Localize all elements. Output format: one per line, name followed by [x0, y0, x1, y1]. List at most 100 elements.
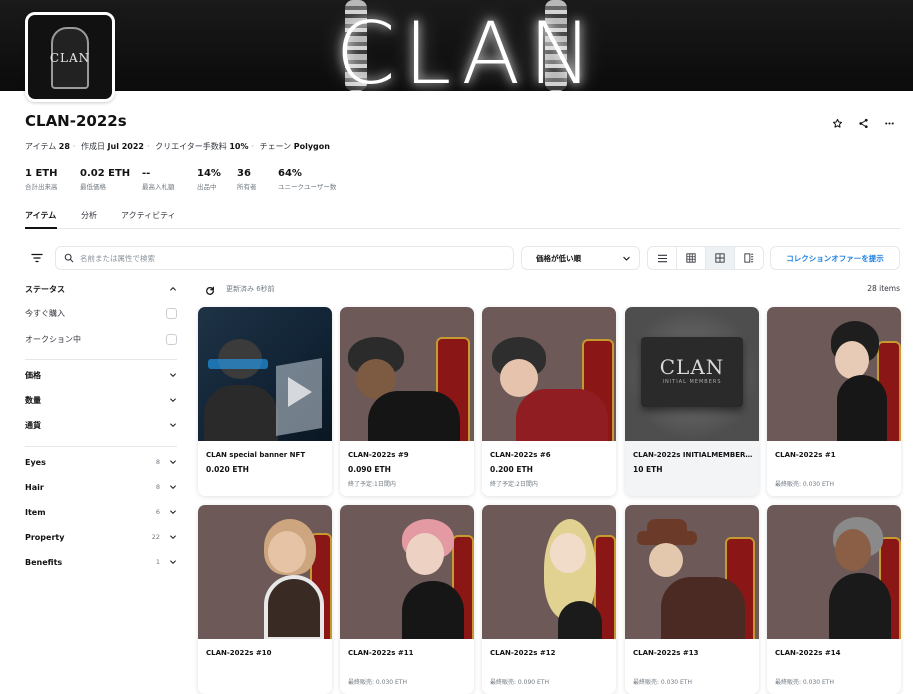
- trait-benefits[interactable]: Benefits 1: [25, 554, 177, 570]
- nft-image: [198, 307, 332, 441]
- stat-total-volume: 1 ETH 合計出来高: [25, 168, 58, 191]
- collection-title: CLAN-2022s: [25, 112, 127, 130]
- items-count: 28 items: [867, 284, 900, 293]
- nft-image: [767, 505, 901, 639]
- chevron-down-icon: [170, 423, 176, 428]
- nft-name: CLAN special banner NFT: [206, 451, 306, 459]
- nft-subtext: 終了予定:2日間内: [490, 481, 538, 488]
- nft-card[interactable]: CLAN special banner NFT 0.020 ETH: [198, 307, 332, 496]
- stat-owners: 36 所有者: [237, 168, 257, 191]
- star-icon[interactable]: [828, 114, 846, 132]
- collection-avatar[interactable]: CLAN: [25, 12, 115, 102]
- nft-image: [482, 307, 616, 441]
- nft-card[interactable]: CLAN-2022s #10: [198, 505, 332, 694]
- nft-image: [482, 505, 616, 639]
- gallery-view-icon[interactable]: [735, 247, 763, 269]
- stat-floor-price: 0.02 ETH 最低価格: [80, 168, 131, 191]
- more-icon[interactable]: [880, 114, 898, 132]
- list-view-icon[interactable]: [648, 247, 677, 269]
- status-option-buy-now[interactable]: 今すぐ購入: [25, 305, 177, 321]
- nft-card[interactable]: CLAN-2022s #14 最終販売: 0.030 ETH: [767, 505, 901, 694]
- chevron-down-icon: [623, 256, 630, 261]
- filter-quantity[interactable]: 数量: [25, 392, 177, 408]
- last-updated: 更新済み 6秒前: [226, 285, 275, 293]
- grid-large-icon[interactable]: [706, 247, 735, 269]
- search-icon: [64, 253, 74, 263]
- search-box: [55, 246, 514, 270]
- nft-name: CLAN-2022s #14: [775, 649, 841, 657]
- chevron-down-icon: [170, 460, 176, 465]
- member-card-subtitle: INITIAL MEMBERS: [662, 379, 722, 385]
- trait-hair[interactable]: Hair 8: [25, 479, 177, 495]
- filter-toggle-icon[interactable]: [27, 249, 47, 267]
- nft-image: CLAN INITIAL MEMBERS: [625, 307, 759, 441]
- buy-now-checkbox[interactable]: [166, 307, 177, 319]
- active-tab-indicator: [25, 227, 57, 229]
- nft-image: [625, 505, 759, 639]
- collection-banner: CLAN: [0, 0, 913, 91]
- nft-name: CLAN-2022s #9: [348, 451, 409, 459]
- trait-eyes[interactable]: Eyes 8: [25, 454, 177, 470]
- nft-subtext: 最終販売: 0.030 ETH: [633, 679, 692, 686]
- nft-image: [767, 307, 901, 441]
- nft-price: 10 ETH: [633, 465, 663, 474]
- nft-name: CLAN-2022s #6: [490, 451, 551, 459]
- nft-name: CLAN-2022s #11: [348, 649, 414, 657]
- chevron-up-icon: [170, 286, 176, 291]
- sidebar-divider: [25, 446, 177, 447]
- nft-subtext: 最終販売: 0.030 ETH: [775, 481, 834, 488]
- collection-offer-button[interactable]: コレクションオファーを提示: [770, 246, 900, 270]
- nft-name: CLAN-2022s #13: [633, 649, 699, 657]
- collection-tabs: アイテム 分析 アクティビティ: [25, 207, 900, 229]
- nft-name: CLAN-2022s #10: [206, 649, 272, 657]
- nft-price: 0.020 ETH: [206, 465, 249, 474]
- collection-meta: アイテム 28 · 作成日 Jul 2022 · クリエイター手数料 10% · チェ…: [25, 142, 330, 151]
- member-card-graphic: CLAN INITIAL MEMBERS: [641, 337, 743, 407]
- trait-item[interactable]: Item 6: [25, 504, 177, 520]
- nft-name: CLAN-2022s #1: [775, 451, 836, 459]
- nft-card[interactable]: CLAN-2022s #11 最終販売: 0.030 ETH: [340, 505, 474, 694]
- filter-price[interactable]: 価格: [25, 367, 177, 383]
- status-option-on-auction[interactable]: オークション中: [25, 331, 177, 347]
- nft-image: [198, 505, 332, 639]
- refresh-icon[interactable]: [205, 286, 215, 296]
- nft-card[interactable]: CLAN-2022s #13 最終販売: 0.030 ETH: [625, 505, 759, 694]
- nft-price: 0.200 ETH: [490, 465, 533, 474]
- banner-title: CLAN: [335, 4, 601, 91]
- chevron-down-icon: [170, 398, 176, 403]
- nft-card[interactable]: CLAN-2022s #12 最終販売: 0.090 ETH: [482, 505, 616, 694]
- nft-card[interactable]: CLAN-2022s #6 0.200 ETH 終了予定:2日間内: [482, 307, 616, 496]
- nft-image: [340, 307, 474, 441]
- search-input[interactable]: [80, 253, 500, 263]
- nft-price: 0.090 ETH: [348, 465, 391, 474]
- member-card-title: CLAN: [659, 355, 725, 379]
- sidebar-divider: [25, 359, 177, 360]
- nft-card[interactable]: CLAN INITIAL MEMBERS CLAN-2022s INITIALM…: [625, 307, 759, 496]
- chevron-down-icon: [170, 535, 176, 540]
- nft-card[interactable]: CLAN-2022s #9 0.090 ETH 終了予定:1日間内: [340, 307, 474, 496]
- sort-dropdown[interactable]: 価格が低い順: [521, 246, 640, 270]
- nft-card[interactable]: CLAN-2022s #1 最終販売: 0.030 ETH: [767, 307, 901, 496]
- tab-items[interactable]: アイテム: [25, 210, 56, 221]
- status-filter-header[interactable]: ステータス: [25, 281, 177, 297]
- on-auction-checkbox[interactable]: [166, 333, 177, 345]
- nft-subtext: 最終販売: 0.090 ETH: [490, 679, 549, 686]
- stat-listed: 14% 出品中: [197, 168, 221, 191]
- play-icon[interactable]: [288, 377, 312, 407]
- tab-activity[interactable]: アクティビティ: [121, 210, 176, 221]
- nft-subtext: 最終販売: 0.030 ETH: [348, 679, 407, 686]
- nft-name: CLAN-2022s #12: [490, 649, 556, 657]
- stat-best-offer: -- 最高入札額: [142, 168, 175, 191]
- trait-property[interactable]: Property 22: [25, 529, 177, 545]
- grid-small-icon[interactable]: [677, 247, 706, 269]
- nft-name: CLAN-2022s INITIALMEMBERSCA...: [633, 451, 753, 459]
- avatar-label: CLAN: [49, 51, 91, 65]
- nft-image: [340, 505, 474, 639]
- tab-analytics[interactable]: 分析: [81, 210, 97, 221]
- chevron-down-icon: [170, 510, 176, 515]
- stat-unique-owners: 64% ユニークユーザー数: [278, 168, 337, 191]
- share-icon[interactable]: [854, 114, 872, 132]
- chevron-down-icon: [170, 560, 176, 565]
- chevron-down-icon: [170, 373, 176, 378]
- filter-currency[interactable]: 通貨: [25, 417, 177, 433]
